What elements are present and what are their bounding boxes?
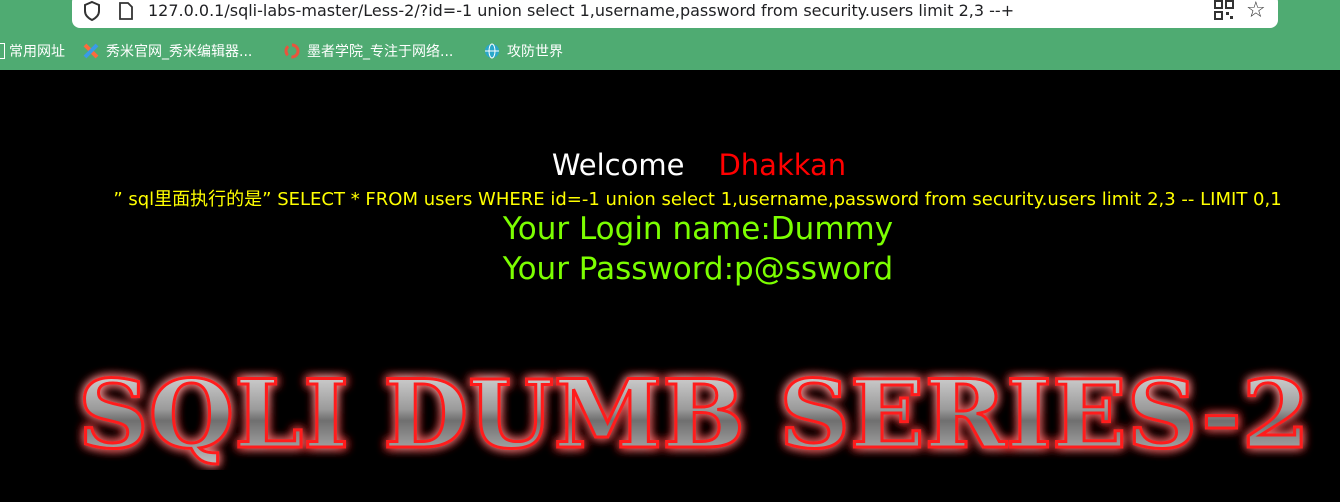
- bookmark-label: 攻防世界: [507, 44, 563, 60]
- bookmark-label: 常用网址: [9, 44, 65, 60]
- welcome-line: Welcome Dhakkan: [0, 148, 1340, 182]
- bookmark-label: 秀米官网_秀米编辑器...: [106, 44, 253, 60]
- url-text[interactable]: 127.0.0.1/sqli-labs-master/Less-2/?id=-1…: [148, 1, 1014, 20]
- xiumi-icon: [83, 43, 99, 59]
- login-name-result: Your Login name:Dummy: [502, 211, 894, 247]
- password-result: Your Password:p@ssword: [502, 251, 894, 287]
- bookmark-label: 墨者学院_专注于网络...: [307, 44, 454, 60]
- bookmark-item[interactable]: 攻防世界: [484, 41, 563, 61]
- shield-icon[interactable]: [82, 0, 102, 22]
- user-name: Dhakkan: [718, 148, 847, 182]
- qr-code-icon[interactable]: [1214, 0, 1234, 20]
- mozhe-icon: [284, 43, 300, 59]
- bookmark-item[interactable]: 秀米官网_秀米编辑器...: [83, 41, 252, 61]
- welcome-text: Welcome: [551, 148, 685, 182]
- sql-query-text: ” sql里面执行的是” SELECT * FROM users WHERE i…: [113, 189, 1282, 210]
- banner-text: SQLI DUMB SERIES-2: [78, 360, 1310, 470]
- globe-icon: [485, 43, 499, 59]
- folder-icon: [0, 43, 5, 59]
- page-icon: [119, 2, 133, 20]
- browser-toolbar: 127.0.0.1/sqli-labs-master/Less-2/?id=-1…: [0, 0, 1340, 70]
- bookmark-item[interactable]: 常用网址: [0, 41, 65, 61]
- series-banner: SQLI DUMB SERIES-2: [77, 360, 1312, 470]
- bookmark-star-icon[interactable]: ☆: [1246, 0, 1266, 23]
- bookmark-item[interactable]: 墨者学院_专注于网络...: [284, 41, 453, 61]
